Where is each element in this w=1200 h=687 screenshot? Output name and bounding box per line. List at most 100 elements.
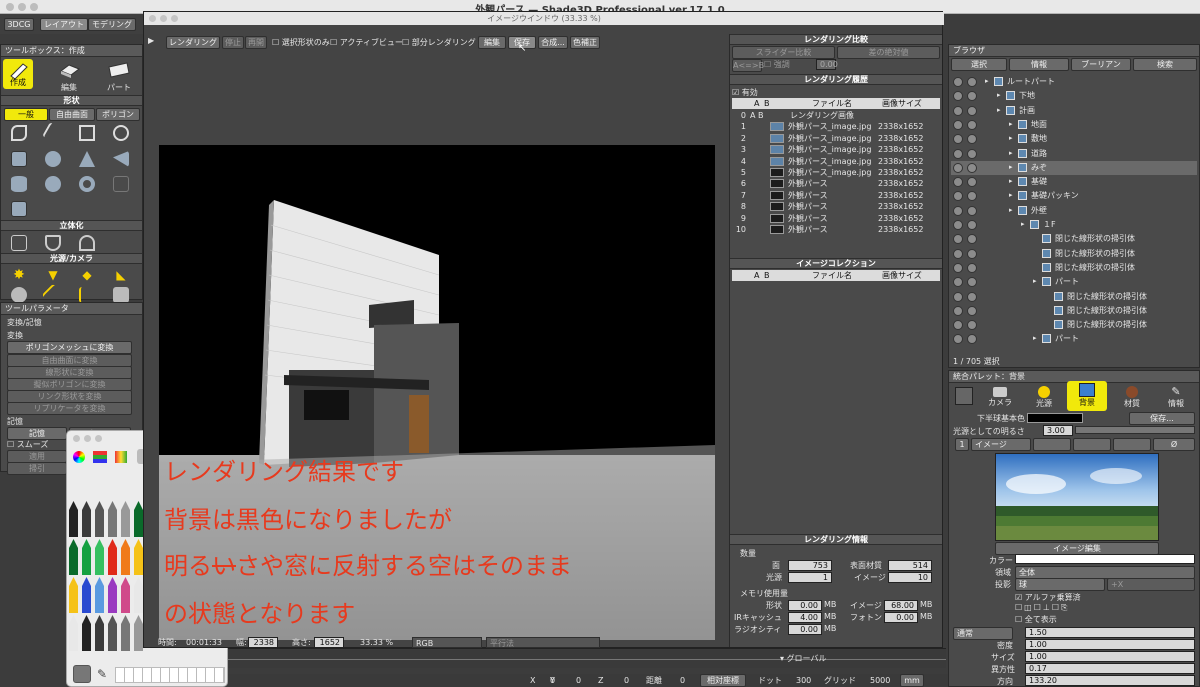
edit-button[interactable]: 編集 xyxy=(478,36,506,49)
sphere-tool-icon[interactable] xyxy=(45,151,61,167)
circle-tool-icon[interactable] xyxy=(113,125,129,141)
visibility-eye-icon[interactable] xyxy=(953,119,963,130)
extrude-tool-icon[interactable] xyxy=(11,235,27,251)
browser-tree-item[interactable]: ▸ 地面 xyxy=(951,118,1197,132)
render-toggle-icon[interactable] xyxy=(967,119,977,130)
picker-close-icon[interactable] xyxy=(73,435,80,442)
history-row[interactable]: 7 外観パース 2338x1652 xyxy=(732,190,940,201)
stop-button[interactable]: 停止 xyxy=(222,36,244,49)
blend-mode-select[interactable]: 通常 xyxy=(953,627,1013,640)
visibility-eye-icon[interactable] xyxy=(953,148,963,159)
visibility-eye-icon[interactable] xyxy=(953,334,963,345)
visibility-eye-icon[interactable] xyxy=(953,77,963,87)
browser-tree-item[interactable]: ▸ 道路 xyxy=(951,147,1197,161)
pencil-swatch[interactable] xyxy=(108,577,117,613)
axis-select[interactable]: +X xyxy=(1107,578,1195,591)
visibility-eye-icon[interactable] xyxy=(953,205,963,216)
palette-tab-light[interactable]: 光源 xyxy=(1027,385,1061,411)
history-row[interactable]: 3 外観パース_image.jpg 2338x1652 xyxy=(732,144,940,155)
ab-swap-button[interactable]: A<=>B xyxy=(732,59,764,72)
color-mode-select[interactable]: RGB xyxy=(412,637,482,648)
partial-render-checkbox[interactable]: ☐ 部分レンダリング xyxy=(402,37,476,48)
history-enabled-checkbox[interactable]: ☑ 有効 xyxy=(732,87,758,98)
render-button[interactable]: レンダリング xyxy=(166,36,220,49)
browser-tree-item[interactable]: ▸ 計画 xyxy=(951,104,1197,118)
palette-tab-camera[interactable]: カメラ xyxy=(983,385,1017,411)
iw-close-icon[interactable] xyxy=(149,15,156,22)
expand-toggle-icon[interactable]: ▸ xyxy=(1009,148,1013,159)
render-toggle-icon[interactable] xyxy=(967,291,977,302)
picker-minimize-icon[interactable] xyxy=(84,435,91,442)
pencil-swatch[interactable] xyxy=(69,615,78,651)
render-toggle-icon[interactable] xyxy=(967,334,977,345)
curve-tool-icon[interactable] xyxy=(11,125,27,141)
image-type-dropdown[interactable]: イメージ xyxy=(971,438,1031,451)
line-light-icon[interactable]: ◆ xyxy=(79,267,95,283)
pencil-swatch[interactable] xyxy=(121,615,130,651)
browser-tree-item[interactable]: ▸ 下地 xyxy=(951,89,1197,103)
visibility-eye-icon[interactable] xyxy=(953,305,963,316)
toolbox-edit-tab[interactable]: 編集 xyxy=(51,59,87,92)
pencil-swatch[interactable] xyxy=(108,539,117,575)
pencil-swatch[interactable] xyxy=(95,539,104,575)
global-marker[interactable]: ▾ グローバル xyxy=(780,653,826,664)
polygon-mesh-tool-icon[interactable] xyxy=(11,201,27,217)
browser-tree-item[interactable]: ▸ パート xyxy=(951,332,1197,346)
collection-panel-title[interactable]: イメージコレクション xyxy=(730,258,942,269)
pencil-swatch[interactable] xyxy=(134,577,143,613)
layer-number[interactable]: 1 xyxy=(955,438,969,451)
capsule-tool-icon[interactable] xyxy=(41,172,65,196)
expand-toggle-icon[interactable]: ▸ xyxy=(1009,205,1013,216)
point-light-icon[interactable]: ✸ xyxy=(11,267,27,283)
render-toggle-icon[interactable] xyxy=(967,105,977,116)
pencil-swatch[interactable] xyxy=(134,501,143,537)
relative-coord-select[interactable]: 相対座標 xyxy=(700,674,746,687)
marker-tool-icon[interactable] xyxy=(79,287,95,303)
browser-tree-item[interactable]: ▸ １F xyxy=(951,218,1197,232)
palette-tool-c[interactable] xyxy=(1113,438,1151,451)
pencil-swatch[interactable] xyxy=(108,615,117,651)
render-toggle-icon[interactable] xyxy=(967,277,977,288)
pencil-swatch[interactable] xyxy=(95,615,104,651)
pencil-swatch[interactable] xyxy=(69,539,78,575)
visibility-eye-icon[interactable] xyxy=(953,220,963,230)
show-all-checkbox[interactable]: ☐ 全て表示 xyxy=(1015,614,1057,625)
density-field[interactable]: 1.00 xyxy=(1025,639,1195,650)
history-row[interactable]: 8 外観パース 2338x1652 xyxy=(732,201,940,212)
pencil-swatch[interactable] xyxy=(82,615,91,651)
render-info-title[interactable]: レンダリング情報 xyxy=(730,534,942,545)
pencil-swatch[interactable] xyxy=(69,577,78,613)
torus-tool-icon[interactable] xyxy=(79,176,95,192)
history-row[interactable]: 4 外観パース_image.jpg 2338x1652 xyxy=(732,156,940,167)
visibility-eye-icon[interactable] xyxy=(953,91,963,102)
iw-minimize-icon[interactable] xyxy=(160,15,167,22)
hemisphere-color-swatch[interactable] xyxy=(1027,413,1083,423)
expand-toggle-icon[interactable]: ▸ xyxy=(997,105,1001,116)
color-correction-button[interactable]: 色補正 xyxy=(570,36,600,49)
shape-tab-freeform[interactable]: 自由曲面 xyxy=(49,108,95,121)
render-toggle-icon[interactable] xyxy=(967,148,977,159)
solid-section-header[interactable]: 立体化 xyxy=(1,220,142,231)
pencil-swatch[interactable] xyxy=(121,501,130,537)
render-toggle-icon[interactable] xyxy=(967,305,977,316)
shape-section-header[interactable]: 形状 xyxy=(1,95,142,106)
to-polygon-mesh-button[interactable]: ポリゴンメッシュに変換 xyxy=(7,341,132,354)
palette-lock-icon[interactable] xyxy=(955,387,973,405)
history-row[interactable]: 6 外観パース 2338x1652 xyxy=(732,178,940,189)
history-list[interactable]: 0 A B レンダリング画像 1 外観パース_image.jpg 2338x1652 2 外観… xyxy=(732,110,940,250)
swatch-grid[interactable] xyxy=(115,667,225,683)
palette-tab-info[interactable]: ✎ 情報 xyxy=(1159,385,1193,411)
projection-select[interactable]: 平行法 xyxy=(486,637,600,648)
shape-tab-polygon[interactable]: ポリゴン xyxy=(96,108,140,121)
pencil-swatch[interactable] xyxy=(82,539,91,575)
browser-tree-item[interactable]: ▸ ルートパート xyxy=(951,75,1197,89)
expand-toggle-icon[interactable]: ▸ xyxy=(985,76,989,87)
render-toggle-icon[interactable] xyxy=(967,320,977,331)
emphasis-value[interactable]: 0.00 xyxy=(816,59,838,70)
revolve-tool-icon[interactable] xyxy=(45,235,61,251)
browser-tree-item[interactable]: 閉じた線形状の掃引体 xyxy=(951,290,1197,304)
current-color-swatch[interactable] xyxy=(73,665,91,683)
box-tool-icon[interactable] xyxy=(11,151,27,167)
expand-toggle-icon[interactable]: ▸ xyxy=(1009,190,1013,201)
render-toggle-icon[interactable] xyxy=(967,134,977,145)
